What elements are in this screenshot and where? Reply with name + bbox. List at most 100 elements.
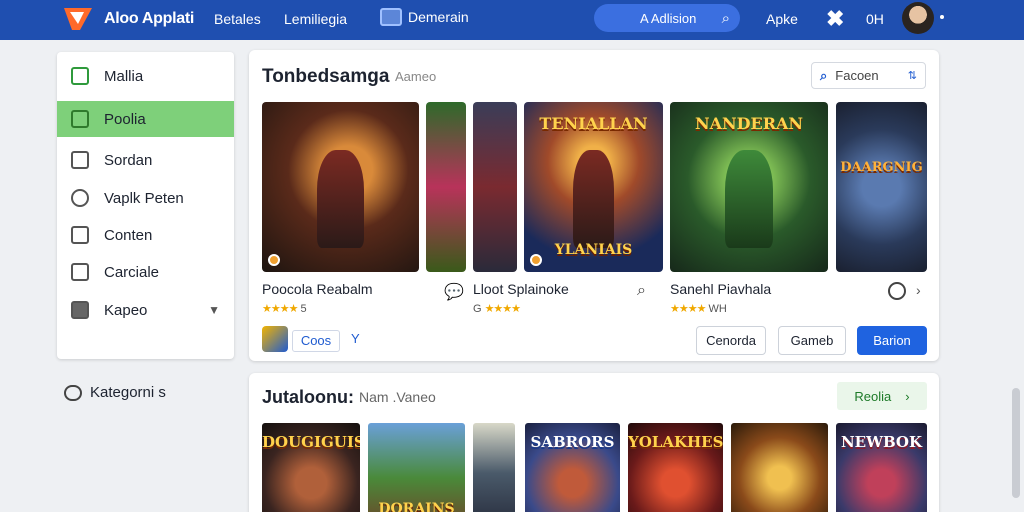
see-more-button[interactable]: Reolia › <box>837 382 927 410</box>
sidebar-item-poolia[interactable]: Poolia <box>57 101 234 137</box>
app-logo-icon[interactable] <box>62 6 94 32</box>
sidebar-item-label: Kapeo <box>104 301 148 319</box>
cover-hero <box>316 149 365 249</box>
cover-hero <box>572 149 615 249</box>
primary-button[interactable]: Barion <box>857 326 927 355</box>
chat-icon <box>64 384 82 401</box>
search-bar[interactable]: A Adlision ⌕ <box>594 4 740 32</box>
nav-button[interactable]: Demerain <box>380 8 469 26</box>
nav-link-2[interactable]: Lemiliegia <box>284 11 347 27</box>
cover-title: SABRORS <box>530 433 615 451</box>
page-scrollbar[interactable] <box>1012 388 1020 498</box>
game-cover: DOUGIGUIS <box>262 423 360 512</box>
section-title: Jutaloonu: <box>262 387 354 407</box>
search-input[interactable]: A Adlision <box>640 11 722 26</box>
chevron-down-icon[interactable]: ▼ <box>208 303 220 317</box>
cover-title: NEWBOK <box>840 433 923 451</box>
game-cover: NEWBOK <box>836 423 927 512</box>
featured-panel: Tonbedsamga Aameo ⌕ Facoen ⇅ TENIALLAN Y… <box>249 50 939 361</box>
sidebar-item-carciale[interactable]: Carciale <box>57 254 234 290</box>
sidebar-categories-label: Kategorni s <box>90 384 166 401</box>
store-icon <box>71 263 89 281</box>
chevron-right-icon[interactable]: › <box>916 282 921 298</box>
sidebar-categories[interactable]: Kategorni s <box>64 384 166 401</box>
filter-label[interactable]: Y <box>351 331 360 346</box>
grid-icon <box>380 8 402 26</box>
secondary-button-1[interactable]: Cenorda <box>696 326 766 355</box>
search-icon[interactable]: ⌕ <box>637 282 646 300</box>
game-rating: ★★★★ WH <box>670 302 727 315</box>
avatar[interactable] <box>902 2 934 34</box>
game-tile[interactable] <box>473 423 515 512</box>
game-rating: ★★★★ 5 <box>262 302 307 315</box>
game-cover <box>473 423 515 512</box>
search-icon[interactable]: ⌕ <box>722 10 730 27</box>
game-tile[interactable] <box>731 423 828 512</box>
rating-stars: ★★★★ <box>670 303 706 315</box>
section-subtitle: Aameo <box>395 69 437 84</box>
game-cover: NANDERAN <box>670 102 828 272</box>
search-icon: ⌕ <box>820 67 828 83</box>
brand-name[interactable]: Aloo Applati <box>104 10 194 28</box>
sidebar: Mallia Poolia Sordan Vaplk Peten Conten … <box>57 52 234 359</box>
game-card[interactable] <box>262 102 419 272</box>
game-cover: TENIALLAN YLANIAIS <box>524 102 663 272</box>
game-tile[interactable]: SABRORS <box>525 423 620 512</box>
folder-icon <box>71 301 89 319</box>
cover-title: TENIALLAN <box>539 114 648 133</box>
sort-icon[interactable]: ⇅ <box>908 69 917 82</box>
game-card[interactable] <box>426 102 466 272</box>
top-navigation-bar: Aloo Applati Betales Lemiliegia Demerain… <box>0 0 1024 40</box>
game-cover <box>473 102 517 272</box>
sidebar-item-vaplk-peten[interactable]: Vaplk Peten <box>57 180 234 216</box>
game-title[interactable]: Lloot Splainoke <box>473 281 569 297</box>
nav-link-1[interactable]: Betales <box>214 11 261 27</box>
game-title[interactable]: Poocola Reabalm <box>262 281 373 297</box>
section-search-input[interactable]: ⌕ Facoen ⇅ <box>811 62 926 89</box>
see-more-label: Reolia <box>854 388 892 404</box>
section-search-placeholder: Facoen <box>835 68 879 83</box>
sidebar-item-label: Mallia <box>104 67 144 85</box>
monitor-icon <box>71 226 89 244</box>
section-title: Tonbedsamga <box>262 66 390 87</box>
cover-subtitle: DORAINS <box>378 501 455 512</box>
menu-dot-icon[interactable] <box>940 15 944 19</box>
game-rating: G ★★★★ <box>473 302 521 315</box>
game-tile[interactable]: NEWBOK <box>836 423 927 512</box>
nav-button-label: Demerain <box>408 9 469 25</box>
cover-title: DOUGIGUIS <box>262 433 360 451</box>
categories-panel: Jutaloonu: Nam .Vaneo Reolia › DOUGIGUIS… <box>249 373 939 512</box>
game-tile[interactable]: YOLAKHES <box>628 423 723 512</box>
game-tile[interactable]: DORAINS <box>368 423 465 512</box>
game-title[interactable]: Sanehl Piavhala <box>670 281 771 297</box>
rating-value: 5 <box>300 303 307 315</box>
sidebar-item-kapeo[interactable]: Kapeo ▼ <box>57 292 234 328</box>
cover-hero <box>725 149 773 249</box>
game-card[interactable]: DAARGNIG <box>836 102 927 272</box>
sidebar-item-conten[interactable]: Conten <box>57 217 234 253</box>
sidebar-item-label: Vaplk Peten <box>104 189 184 207</box>
apk-link[interactable]: Apke <box>766 11 798 27</box>
tag-chip[interactable]: Coos <box>292 330 340 352</box>
chat-icon[interactable]: 💬 <box>444 282 464 302</box>
rating-value: WH <box>708 303 727 315</box>
sidebar-item-label: Conten <box>104 226 153 244</box>
game-card[interactable] <box>473 102 517 272</box>
rating-stars: ★★★★ <box>484 303 521 315</box>
game-cover: DAARGNIG <box>836 102 927 272</box>
rating-stars: ★★★★ <box>262 303 298 315</box>
close-icon[interactable]: ✖ <box>826 6 844 32</box>
gamepad-icon <box>71 189 89 207</box>
sidebar-item-mallia[interactable]: Mallia <box>57 58 234 94</box>
game-cover: SABRORS <box>525 423 620 512</box>
game-cover: YOLAKHES <box>628 423 723 512</box>
sidebar-item-sordan[interactable]: Sordan <box>57 142 234 178</box>
game-tile[interactable]: DOUGIGUIS <box>262 423 360 512</box>
circle-icon[interactable] <box>888 282 906 300</box>
app-icon[interactable] <box>262 326 288 352</box>
game-card[interactable]: NANDERAN <box>670 102 828 272</box>
store-badge-icon <box>268 254 280 266</box>
home-icon <box>71 67 89 85</box>
game-card[interactable]: TENIALLAN YLANIAIS <box>524 102 663 272</box>
secondary-button-2[interactable]: Gameb <box>778 326 846 355</box>
